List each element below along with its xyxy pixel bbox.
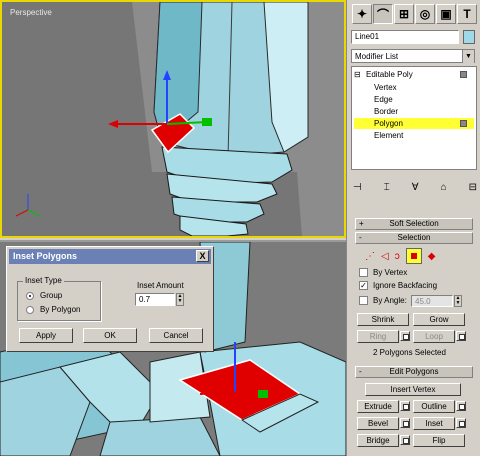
bevel-button[interactable]: Bevel xyxy=(357,417,399,430)
soft-selection-label: Soft Selection xyxy=(389,219,439,228)
inset-settings-icon[interactable] xyxy=(456,418,466,428)
subobject-level-buttons: ⋰ ◁ ↄ ◆ xyxy=(365,248,469,264)
stack-item-border[interactable]: Border xyxy=(374,106,398,117)
stack-toolbar: ⊣ ⌶ ∀ ⌂ ⊟ xyxy=(353,182,477,196)
stack-item-polygon-label: Polygon xyxy=(374,119,403,128)
utilities-tab-icon[interactable]: T xyxy=(457,4,477,24)
show-end-result-icon[interactable]: ⌶ xyxy=(384,182,390,196)
shrink-button[interactable]: Shrink xyxy=(357,313,409,326)
modifier-stack: ⊟ Editable Poly Vertex Edge Border Polyg… xyxy=(351,66,477,170)
loop-settings-icon[interactable] xyxy=(456,331,466,341)
pin-stack-icon[interactable]: ⊣ xyxy=(353,182,362,196)
dialog-title: Inset Polygons xyxy=(13,251,78,261)
element-level-icon[interactable]: ◆ xyxy=(428,251,436,262)
motion-tab-icon[interactable]: ◎ xyxy=(415,4,435,24)
viewport-label[interactable]: Perspective xyxy=(10,8,52,17)
bridge-button[interactable]: Bridge xyxy=(357,434,399,447)
polygon-toggle[interactable] xyxy=(460,120,467,127)
create-tab-icon[interactable]: ✦ xyxy=(352,4,372,24)
extrude-settings-icon[interactable] xyxy=(400,401,410,411)
close-icon[interactable]: X xyxy=(196,250,209,262)
by-angle-spinner[interactable]: ▲ ▼ xyxy=(454,295,462,307)
display-tab-icon[interactable]: ▣ xyxy=(436,4,456,24)
cancel-button[interactable]: Cancel xyxy=(149,328,203,343)
outline-button[interactable]: Outline xyxy=(413,400,455,413)
apply-button[interactable]: Apply xyxy=(19,328,73,343)
chevron-down-icon: ▼ xyxy=(462,50,474,63)
by-polygon-radio-label: By Polygon xyxy=(40,305,81,314)
extrude-button[interactable]: Extrude xyxy=(357,400,399,413)
outline-settings-icon[interactable] xyxy=(456,401,466,411)
by-vertex-checkbox[interactable] xyxy=(359,268,368,277)
stack-item-vertex[interactable]: Vertex xyxy=(374,82,397,93)
modify-tab-icon[interactable]: ⌒ xyxy=(373,4,393,24)
command-panel: ✦ ⌒ ⊞ ◎ ▣ T Line01 Modifier List ▼ ⊟ Edi… xyxy=(346,0,480,456)
by-angle-label: By Angle: xyxy=(373,296,407,305)
remove-modifier-icon[interactable]: ⌂ xyxy=(441,182,447,196)
stack-item-element[interactable]: Element xyxy=(374,130,403,141)
edit-polygons-label: Edit Polygons xyxy=(389,367,439,376)
stack-root-editable-poly[interactable]: Editable Poly xyxy=(366,69,413,80)
ignore-backfacing-checkbox[interactable]: ✓ xyxy=(359,281,368,290)
inset-type-group: Inset Type Group By Polygon xyxy=(17,276,101,321)
stack-item-edge[interactable]: Edge xyxy=(374,94,393,105)
perspective-viewport[interactable]: Perspective xyxy=(0,0,346,238)
edge-level-icon[interactable]: ◁ xyxy=(381,251,389,262)
group-radio-label: Group xyxy=(40,291,63,300)
inset-button[interactable]: Inset xyxy=(413,417,455,430)
selection-status: 2 Polygons Selected xyxy=(373,348,446,357)
object-name-field[interactable]: Line01 xyxy=(351,30,459,44)
bridge-settings-icon[interactable] xyxy=(400,435,410,445)
modifier-list-dropdown[interactable]: Modifier List ▼ xyxy=(351,49,475,63)
by-angle-checkbox[interactable] xyxy=(359,296,368,305)
ignore-backfacing-label: Ignore Backfacing xyxy=(373,281,438,290)
ring-button[interactable]: Ring xyxy=(357,330,399,343)
by-angle-input[interactable]: 45.0 xyxy=(411,295,453,307)
inset-amount-input[interactable]: 0.7 xyxy=(135,293,175,306)
modifier-list-label: Modifier List xyxy=(355,52,399,61)
soft-selection-sign: + xyxy=(359,219,364,228)
selection-rollout[interactable]: - Selection xyxy=(355,232,473,244)
grow-button[interactable]: Grow xyxy=(413,313,465,326)
object-color-swatch[interactable] xyxy=(463,30,475,44)
collapse-icon[interactable]: ⊟ xyxy=(354,69,364,80)
inset-type-label: Inset Type xyxy=(23,276,64,285)
ok-button[interactable]: OK xyxy=(83,328,137,343)
stack-root-toggle[interactable] xyxy=(460,71,467,78)
bevel-settings-icon[interactable] xyxy=(400,418,410,428)
command-panel-tabs: ✦ ⌒ ⊞ ◎ ▣ T xyxy=(347,4,480,26)
edit-polygons-sign: - xyxy=(359,367,362,376)
soft-selection-rollout[interactable]: + Soft Selection xyxy=(355,218,473,230)
border-level-icon[interactable]: ↄ xyxy=(395,251,400,262)
selection-label: Selection xyxy=(397,233,431,242)
insert-vertex-button[interactable]: Insert Vertex xyxy=(365,383,461,396)
viewport-mesh-top xyxy=(2,2,344,236)
configure-sets-icon[interactable]: ⊟ xyxy=(469,182,477,196)
stack-item-polygon[interactable]: Polygon xyxy=(354,118,474,129)
polygon-level-icon[interactable] xyxy=(405,248,422,264)
inset-amount-spinner[interactable]: ▲ ▼ xyxy=(176,293,184,306)
hierarchy-tab-icon[interactable]: ⊞ xyxy=(394,4,414,24)
edit-polygons-rollout[interactable]: - Edit Polygons xyxy=(355,366,473,378)
flip-button[interactable]: Flip xyxy=(413,434,465,447)
by-polygon-radio[interactable] xyxy=(26,306,34,314)
group-radio[interactable] xyxy=(26,292,34,300)
vertex-level-icon[interactable]: ⋰ xyxy=(365,251,375,262)
by-vertex-label: By Vertex xyxy=(373,268,408,277)
selection-sign: - xyxy=(359,233,362,242)
inset-amount-label: Inset Amount xyxy=(137,281,184,290)
ring-settings-icon[interactable] xyxy=(400,331,410,341)
make-unique-icon[interactable]: ∀ xyxy=(412,182,419,196)
inset-polygons-dialog: Inset Polygons X Inset Type Group By Pol… xyxy=(6,246,214,352)
dialog-title-bar[interactable]: Inset Polygons X xyxy=(9,249,211,264)
loop-button[interactable]: Loop xyxy=(413,330,455,343)
app-window: Perspective Inset Polygons X Inset Type … xyxy=(0,0,480,456)
